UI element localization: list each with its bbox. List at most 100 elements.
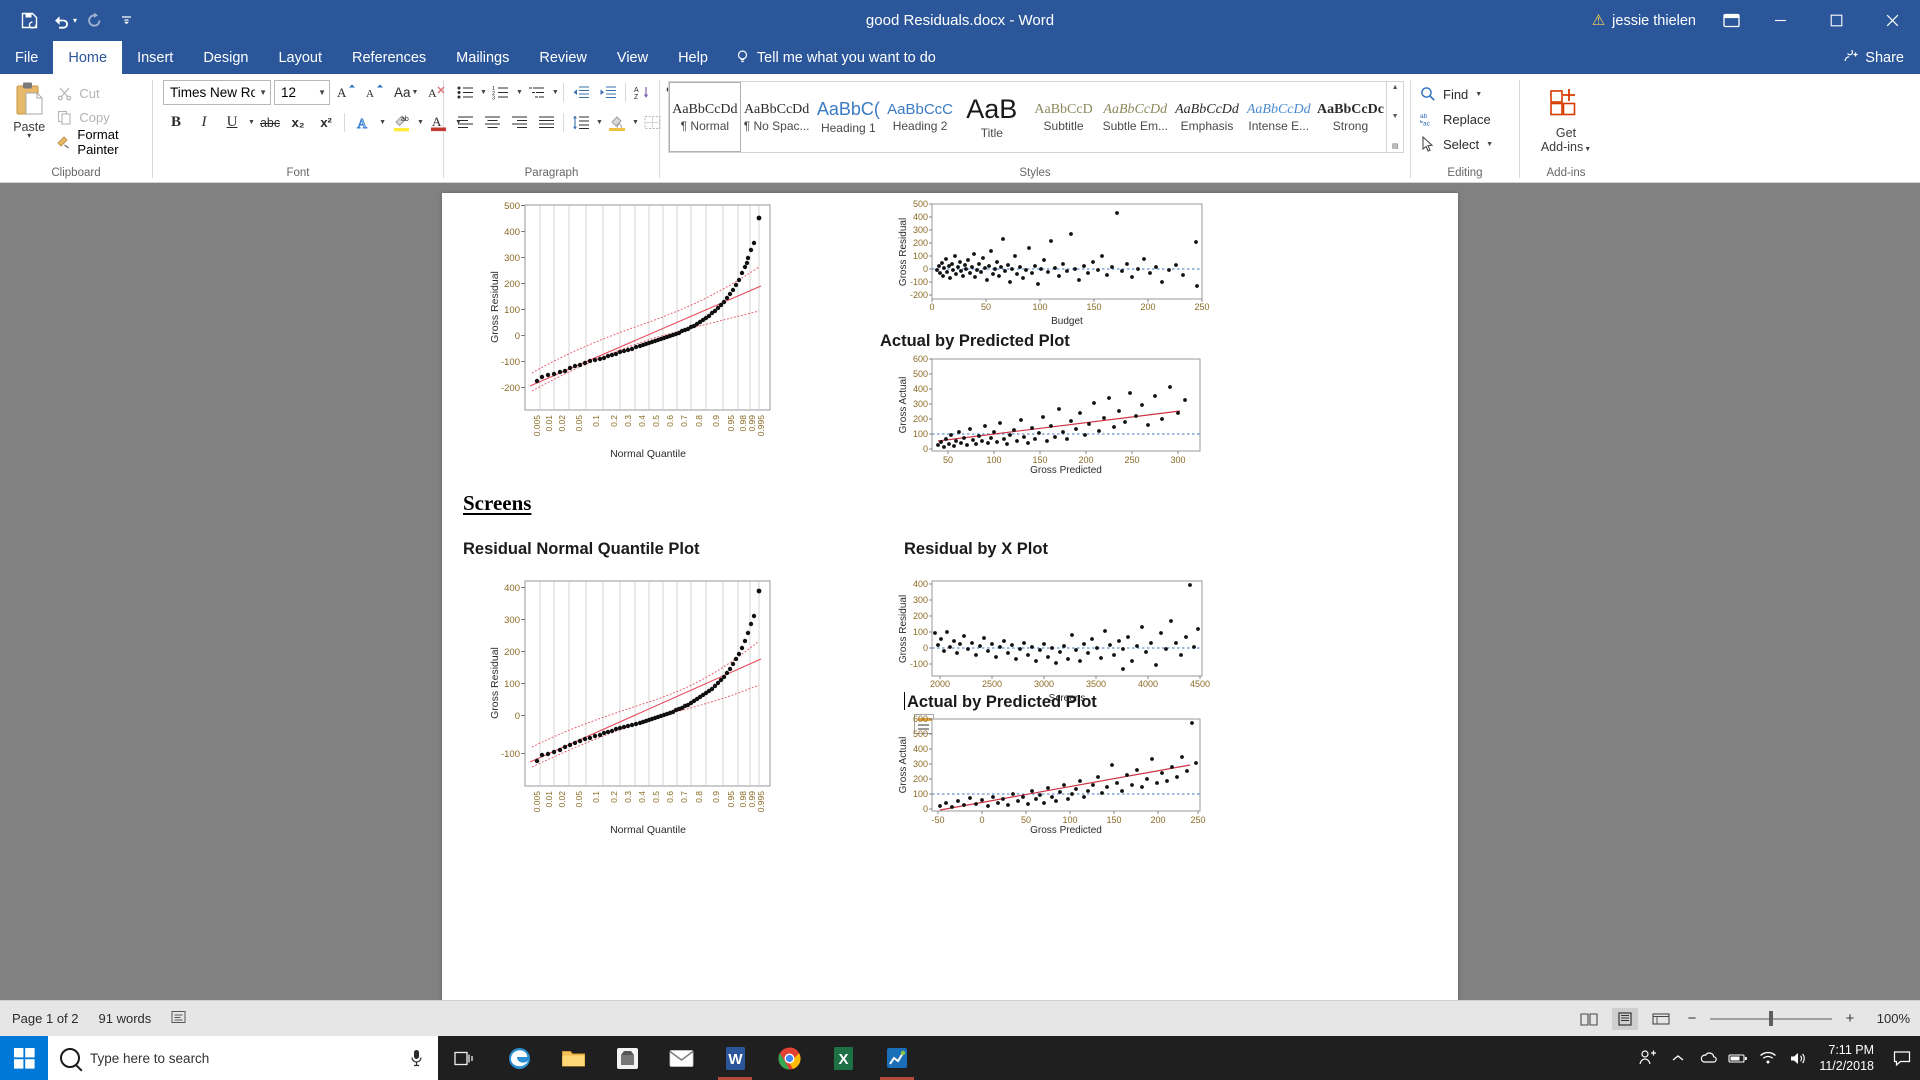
jmp-icon[interactable]: [870, 1036, 924, 1080]
tab-review[interactable]: Review: [524, 41, 602, 74]
bullets-dropdown-icon[interactable]: ▼: [480, 89, 487, 96]
style-subtitle[interactable]: AaBbCcD Subtitle: [1028, 82, 1100, 152]
task-view-icon[interactable]: [438, 1036, 492, 1080]
scroll-up-icon[interactable]: ▲: [1392, 84, 1399, 91]
tab-home[interactable]: Home: [53, 41, 122, 74]
strikethrough-button[interactable]: abc: [257, 110, 283, 135]
tell-me-search[interactable]: Tell me what you want to do: [723, 41, 948, 74]
align-left-button[interactable]: [452, 110, 478, 135]
bold-button[interactable]: B: [163, 110, 189, 135]
decrease-indent-button[interactable]: [568, 80, 594, 105]
get-addins-button[interactable]: Get Add-ins▼: [1526, 84, 1606, 157]
line-spacing-button[interactable]: [568, 110, 594, 135]
bullets-button[interactable]: [452, 80, 478, 105]
grow-font-button[interactable]: A: [333, 80, 359, 105]
action-center-icon[interactable]: [1884, 1036, 1920, 1080]
tab-insert[interactable]: Insert: [122, 41, 188, 74]
find-dropdown-icon[interactable]: ▼: [1475, 91, 1482, 98]
subscript-button[interactable]: x₂: [285, 110, 311, 135]
chart-screens-actual-by-predicted[interactable]: 600500400 300200100 0 Gross Actual: [880, 713, 1210, 833]
microphone-icon[interactable]: [406, 1049, 426, 1067]
tab-help[interactable]: Help: [663, 41, 723, 74]
chart-budget-residual-by-x[interactable]: 500400300 2001000 -100-200 Gross Residua…: [880, 196, 1210, 331]
chart-screens-residual-by-x[interactable]: 400300200 1000-100 Gross Residual: [880, 573, 1210, 708]
tab-layout[interactable]: Layout: [263, 41, 337, 74]
redo-icon[interactable]: [79, 7, 109, 35]
find-button[interactable]: Find ▼: [1419, 82, 1482, 106]
view-print-layout[interactable]: [1612, 1008, 1638, 1030]
style-intense-emphasis[interactable]: AaBbCcDd Intense E...: [1243, 82, 1315, 152]
store-icon[interactable]: [600, 1036, 654, 1080]
chart-budget-actual-by-predicted[interactable]: 600500400 300200100 0 Gross Actual: [880, 353, 1210, 473]
highlight-dropdown-icon[interactable]: ▼: [417, 119, 424, 126]
style-heading-2[interactable]: AaBbCcC Heading 2: [884, 82, 956, 152]
view-read-mode[interactable]: [1576, 1008, 1602, 1030]
word-icon[interactable]: W: [708, 1036, 762, 1080]
style-no-spacing[interactable]: AaBbCcDd ¶ No Spac...: [741, 82, 813, 152]
style-heading-1[interactable]: AaBbC( Heading 1: [812, 82, 884, 152]
align-right-button[interactable]: [506, 110, 532, 135]
tab-references[interactable]: References: [337, 41, 441, 74]
styles-gallery-scrollbar[interactable]: ▲ ▼ ▤: [1387, 81, 1404, 153]
paste-dropdown-icon[interactable]: ▾: [27, 131, 31, 140]
increase-indent-button[interactable]: [595, 80, 621, 105]
customize-qat-icon[interactable]: [111, 7, 141, 35]
chevron-down-icon[interactable]: ▼: [1584, 146, 1591, 153]
text-effects-dropdown-icon[interactable]: ▼: [379, 119, 386, 126]
line-spacing-dropdown-icon[interactable]: ▼: [596, 119, 603, 126]
align-center-button[interactable]: [479, 110, 505, 135]
zoom-level[interactable]: 100%: [1868, 1011, 1910, 1026]
style-strong[interactable]: AaBbCcDc Strong: [1315, 82, 1387, 152]
show-hidden-icons-icon[interactable]: [1663, 1036, 1693, 1080]
view-web-layout[interactable]: [1648, 1008, 1674, 1030]
replace-button[interactable]: abac Replace: [1419, 107, 1491, 131]
select-button[interactable]: Select ▼: [1419, 132, 1493, 156]
zoom-in-button[interactable]: +: [1842, 1010, 1858, 1027]
style-emphasis[interactable]: AaBbCcDd Emphasis: [1171, 82, 1243, 152]
underline-button[interactable]: U: [219, 110, 245, 135]
search-input[interactable]: Type here to search: [90, 1051, 396, 1066]
battery-icon[interactable]: [1723, 1036, 1753, 1080]
tab-mailings[interactable]: Mailings: [441, 41, 524, 74]
tab-file[interactable]: File: [0, 41, 53, 74]
file-explorer-icon[interactable]: [546, 1036, 600, 1080]
scroll-down-icon[interactable]: ▼: [1392, 113, 1399, 120]
save-icon[interactable]: [14, 7, 44, 35]
multilevel-list-button[interactable]: [524, 80, 550, 105]
style-title[interactable]: AaB Title: [956, 82, 1028, 152]
minimize-button[interactable]: [1752, 0, 1808, 41]
chrome-icon[interactable]: [762, 1036, 816, 1080]
multilevel-dropdown-icon[interactable]: ▼: [552, 89, 559, 96]
style-subtle-emphasis[interactable]: AaBbCcDd Subtle Em...: [1099, 82, 1171, 152]
italic-button[interactable]: I: [191, 110, 217, 135]
justify-button[interactable]: [533, 110, 559, 135]
sort-button[interactable]: AZ: [630, 80, 656, 105]
change-case-button[interactable]: Aa ▼: [391, 80, 421, 105]
excel-icon[interactable]: X: [816, 1036, 870, 1080]
paste-button[interactable]: Paste ▾: [6, 79, 52, 140]
share-button[interactable]: Share: [1843, 48, 1904, 67]
account-info[interactable]: ⚠ jessie thielen: [1592, 13, 1696, 29]
shading-dropdown-icon[interactable]: ▼: [632, 119, 639, 126]
mail-icon[interactable]: [654, 1036, 708, 1080]
undo-dropdown-icon[interactable]: ▾: [73, 16, 77, 25]
font-size-combobox[interactable]: 12 ▼: [274, 80, 330, 105]
close-button[interactable]: [1864, 0, 1920, 41]
clock[interactable]: 7:11 PM 11/2/2018: [1813, 1042, 1884, 1074]
word-count[interactable]: 91 words: [99, 1011, 152, 1026]
undo-icon[interactable]: [46, 7, 76, 35]
chart-budget-residual-normal-quantile[interactable]: 500400300 2001000 -100-200 Gross Residua…: [462, 195, 822, 465]
format-painter-button[interactable]: Format Painter: [52, 131, 146, 152]
underline-dropdown-icon[interactable]: ▼: [248, 119, 255, 126]
wifi-icon[interactable]: [1753, 1036, 1783, 1080]
restore-button[interactable]: [1808, 0, 1864, 41]
cut-button[interactable]: Cut: [52, 83, 146, 104]
numbering-button[interactable]: 123: [488, 80, 514, 105]
onedrive-icon[interactable]: [1693, 1036, 1723, 1080]
font-name-combobox[interactable]: Times New Ro ▼: [163, 80, 271, 105]
text-effects-button[interactable]: A: [350, 110, 376, 135]
ribbon-display-options-icon[interactable]: [1710, 0, 1752, 41]
proofing-errors-icon[interactable]: [171, 1010, 188, 1028]
edge-icon[interactable]: [492, 1036, 546, 1080]
start-button[interactable]: [0, 1036, 48, 1080]
